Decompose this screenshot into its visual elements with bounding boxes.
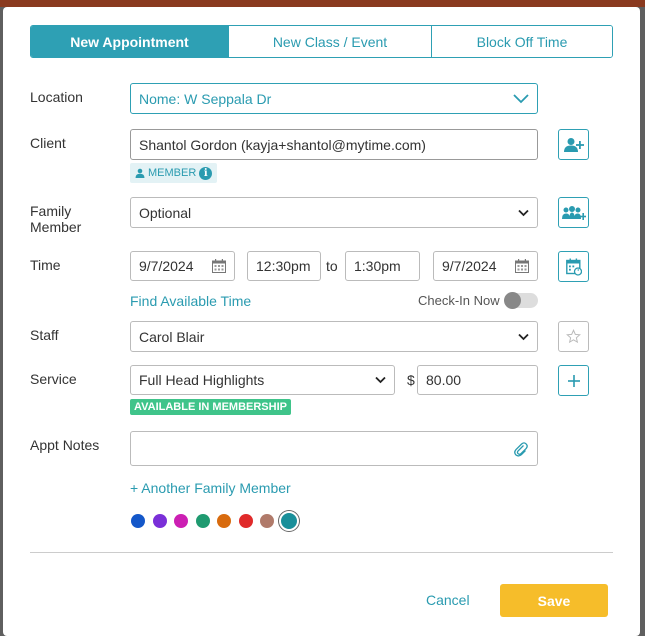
staff-label: Staff bbox=[30, 327, 59, 343]
family-member-select[interactable]: Optional bbox=[130, 197, 538, 228]
color-swatch[interactable] bbox=[238, 514, 253, 528]
start-time-input[interactable]: 12:30pm bbox=[247, 251, 321, 281]
recurring-button[interactable] bbox=[558, 251, 589, 282]
end-time-input[interactable]: 1:30pm bbox=[345, 251, 420, 281]
star-icon bbox=[566, 329, 581, 344]
add-another-family-member-link[interactable]: + Another Family Member bbox=[130, 480, 291, 496]
appt-notes-label: Appt Notes bbox=[30, 437, 100, 453]
tab-block-off-time[interactable]: Block Off Time bbox=[432, 26, 612, 57]
color-swatch[interactable] bbox=[152, 514, 167, 528]
time-label: Time bbox=[30, 257, 61, 273]
client-label: Client bbox=[30, 135, 66, 151]
member-badge-label: MEMBER bbox=[148, 167, 197, 179]
price-input[interactable]: 80.00 bbox=[417, 365, 538, 395]
add-client-button[interactable] bbox=[558, 129, 589, 160]
find-available-time-link[interactable]: Find Available Time bbox=[130, 293, 251, 309]
add-user-icon bbox=[563, 137, 584, 152]
color-swatch[interactable] bbox=[131, 514, 145, 528]
service-label: Service bbox=[30, 371, 77, 387]
person-icon bbox=[135, 168, 145, 178]
service-select[interactable]: Full Head Highlights bbox=[130, 365, 395, 395]
end-date-value: 9/7/2024 bbox=[442, 258, 497, 274]
location-select[interactable]: Nome: W Seppala Dr bbox=[130, 83, 538, 114]
background-strip bbox=[0, 0, 645, 7]
add-family-icon bbox=[561, 205, 586, 220]
check-in-now-label: Check-In Now bbox=[418, 293, 500, 308]
color-swatch[interactable] bbox=[195, 514, 210, 528]
end-time-value: 1:30pm bbox=[354, 258, 401, 274]
currency-symbol: $ bbox=[407, 372, 415, 388]
plus-icon bbox=[567, 374, 580, 387]
staff-select[interactable]: Carol Blair bbox=[130, 321, 538, 352]
color-swatch[interactable] bbox=[217, 514, 231, 528]
info-icon[interactable]: i bbox=[199, 166, 213, 180]
family-member-value: Optional bbox=[139, 204, 192, 221]
family-label-line1: Family bbox=[30, 203, 72, 219]
tab-bar: New Appointment New Class / Event Block … bbox=[30, 25, 613, 58]
add-service-button[interactable] bbox=[558, 365, 589, 396]
chevron-down-icon bbox=[518, 333, 529, 340]
start-date-value: 9/7/2024 bbox=[139, 258, 194, 274]
toggle-knob bbox=[504, 292, 521, 309]
recurring-calendar-icon bbox=[565, 258, 582, 276]
color-swatch[interactable] bbox=[260, 514, 274, 528]
family-label-line2: Member bbox=[30, 219, 82, 235]
member-badge: MEMBER i bbox=[130, 163, 218, 183]
favorite-staff-button[interactable] bbox=[558, 321, 589, 352]
calendar-icon[interactable] bbox=[515, 259, 529, 273]
paperclip-icon[interactable] bbox=[513, 441, 529, 457]
client-value: Shantol Gordon (kayja+shantol@mytime.com… bbox=[139, 136, 426, 153]
check-in-toggle[interactable] bbox=[504, 292, 538, 309]
time-to-label: to bbox=[326, 258, 338, 274]
cancel-button[interactable]: Cancel bbox=[426, 592, 470, 608]
color-swatch[interactable] bbox=[174, 514, 188, 528]
chevron-down-icon bbox=[375, 376, 386, 384]
location-label: Location bbox=[30, 89, 83, 105]
color-swatch[interactable] bbox=[278, 511, 299, 531]
location-value: Nome: W Seppala Dr bbox=[139, 90, 272, 107]
add-family-member-button[interactable] bbox=[558, 197, 589, 228]
chevron-down-icon bbox=[513, 93, 529, 104]
save-button[interactable]: Save bbox=[500, 584, 608, 617]
footer-divider bbox=[30, 552, 613, 553]
tab-new-class-event[interactable]: New Class / Event bbox=[229, 26, 432, 57]
chevron-down-icon bbox=[518, 209, 529, 216]
end-date-input[interactable]: 9/7/2024 bbox=[433, 251, 538, 281]
price-value: 80.00 bbox=[426, 372, 462, 388]
available-in-membership-badge: AVAILABLE IN MEMBERSHIP bbox=[130, 399, 291, 415]
calendar-icon[interactable] bbox=[212, 259, 226, 273]
client-input[interactable]: Shantol Gordon (kayja+shantol@mytime.com… bbox=[130, 129, 538, 160]
staff-value: Carol Blair bbox=[139, 328, 205, 345]
service-value: Full Head Highlights bbox=[139, 372, 265, 388]
appointment-modal: New Appointment New Class / Event Block … bbox=[3, 7, 640, 636]
appt-notes-input[interactable] bbox=[130, 431, 538, 466]
start-time-value: 12:30pm bbox=[256, 258, 311, 274]
start-date-input[interactable]: 9/7/2024 bbox=[130, 251, 235, 281]
tab-new-appointment[interactable]: New Appointment bbox=[31, 26, 229, 57]
